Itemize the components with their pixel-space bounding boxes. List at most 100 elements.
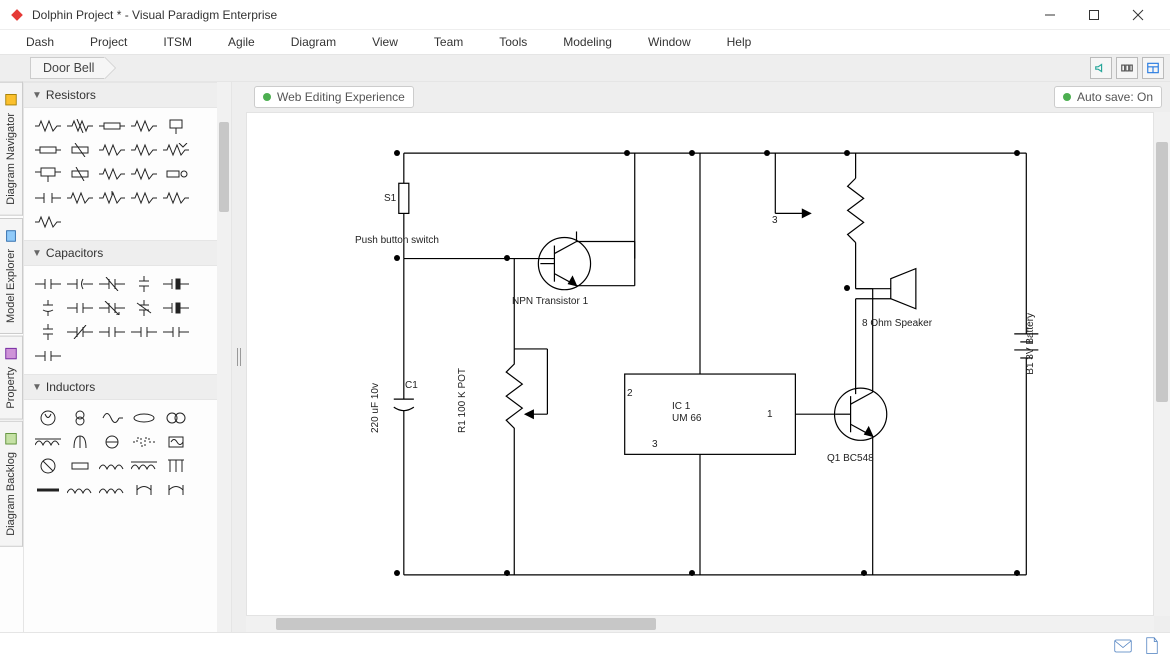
editing-status-chip[interactable]: Web Editing Experience: [254, 86, 414, 108]
palette-item[interactable]: [128, 296, 160, 320]
palette-item[interactable]: [160, 430, 192, 454]
palette-item[interactable]: [64, 272, 96, 296]
palette-item[interactable]: [32, 272, 64, 296]
palette-item[interactable]: [160, 478, 192, 502]
palette-section-capacitors[interactable]: ▼ Capacitors: [24, 240, 231, 266]
palette-item[interactable]: [32, 406, 64, 430]
palette-item[interactable]: [32, 430, 64, 454]
palette-item[interactable]: [96, 138, 128, 162]
palette-item[interactable]: [32, 210, 64, 234]
palette-item[interactable]: [96, 320, 128, 344]
minimize-button[interactable]: [1028, 0, 1072, 30]
circuit-node: [689, 150, 695, 156]
canvas-vertical-scrollbar[interactable]: [1154, 112, 1170, 616]
menu-itsm[interactable]: ITSM: [145, 31, 210, 53]
palette-item[interactable]: [160, 114, 192, 138]
menu-window[interactable]: Window: [630, 31, 709, 53]
palette-item[interactable]: [96, 478, 128, 502]
palette-item[interactable]: [160, 272, 192, 296]
menu-help[interactable]: Help: [709, 31, 770, 53]
palette-scrollbar[interactable]: [217, 82, 231, 632]
palette-item[interactable]: [32, 320, 64, 344]
palette-item[interactable]: [128, 114, 160, 138]
palette-item[interactable]: [128, 320, 160, 344]
palette-item[interactable]: [128, 138, 160, 162]
backlog-icon: [4, 432, 18, 446]
palette-item[interactable]: [128, 186, 160, 210]
side-tab-diagram-backlog[interactable]: Diagram Backlog: [0, 421, 23, 547]
palette-item[interactable]: [32, 296, 64, 320]
menu-modeling[interactable]: Modeling: [545, 31, 630, 53]
document-icon[interactable]: [1144, 637, 1160, 655]
label-npn: NPN Transistor 1: [512, 296, 588, 307]
side-tab-model-explorer[interactable]: Model Explorer: [0, 218, 23, 334]
palette-item[interactable]: [160, 296, 192, 320]
palette-item[interactable]: [160, 186, 192, 210]
announce-icon[interactable]: [1090, 57, 1112, 79]
mail-icon[interactable]: [1114, 639, 1132, 653]
menu-tools[interactable]: Tools: [481, 31, 545, 53]
palette-item[interactable]: [32, 186, 64, 210]
palette-item[interactable]: [128, 478, 160, 502]
palette-item[interactable]: [128, 454, 160, 478]
palette-item[interactable]: [64, 430, 96, 454]
palette-item[interactable]: [32, 114, 64, 138]
palette-item[interactable]: [64, 114, 96, 138]
vertical-splitter[interactable]: [232, 82, 246, 632]
palette-item[interactable]: [160, 454, 192, 478]
palette-item[interactable]: [160, 162, 192, 186]
palette-item[interactable]: [96, 430, 128, 454]
circuit-node: [1014, 150, 1020, 156]
palette-item[interactable]: [128, 272, 160, 296]
palette-item[interactable]: [32, 478, 64, 502]
palette-item[interactable]: [64, 478, 96, 502]
palette-item[interactable]: [128, 430, 160, 454]
palette-item[interactable]: [32, 454, 64, 478]
menu-view[interactable]: View: [354, 31, 416, 53]
palette-item[interactable]: [64, 162, 96, 186]
menu-team[interactable]: Team: [416, 31, 481, 53]
diagram-breadcrumb[interactable]: Door Bell: [30, 57, 105, 79]
palette-item[interactable]: [160, 138, 192, 162]
palette-item[interactable]: [128, 162, 160, 186]
palette-item[interactable]: [32, 344, 64, 368]
panes-icon[interactable]: [1142, 57, 1164, 79]
palette-item[interactable]: [64, 406, 96, 430]
palette-item[interactable]: [128, 406, 160, 430]
palette-item[interactable]: [160, 406, 192, 430]
palette-item[interactable]: [96, 186, 128, 210]
side-tab-property[interactable]: Property: [0, 336, 23, 420]
palette-item[interactable]: [96, 114, 128, 138]
menu-agile[interactable]: Agile: [210, 31, 273, 53]
palette-item[interactable]: [32, 138, 64, 162]
palette-item[interactable]: [96, 296, 128, 320]
palette-item[interactable]: [64, 454, 96, 478]
circuit-node: [1014, 570, 1020, 576]
navigator-icon: [4, 93, 18, 107]
palette-item[interactable]: [32, 162, 64, 186]
palette-item[interactable]: [64, 138, 96, 162]
palette-section-inductors[interactable]: ▼ Inductors: [24, 374, 231, 400]
palette-item[interactable]: [160, 320, 192, 344]
autosave-status-chip[interactable]: Auto save: On: [1054, 86, 1162, 108]
close-button[interactable]: [1116, 0, 1160, 30]
palette-item[interactable]: [96, 406, 128, 430]
menu-dash[interactable]: Dash: [8, 31, 72, 53]
layout-icon[interactable]: [1116, 57, 1138, 79]
palette-item[interactable]: [64, 186, 96, 210]
menu-diagram[interactable]: Diagram: [273, 31, 354, 53]
label-c1: C1: [405, 380, 418, 391]
menu-project[interactable]: Project: [72, 31, 145, 53]
palette-item[interactable]: [64, 296, 96, 320]
side-tab-diagram-navigator[interactable]: Diagram Navigator: [0, 82, 23, 216]
maximize-button[interactable]: [1072, 0, 1116, 30]
diagram-canvas[interactable]: S1 Push button switch NPN Transistor 1 C…: [246, 112, 1154, 616]
palette-item[interactable]: [96, 272, 128, 296]
palette-item[interactable]: [64, 320, 96, 344]
label-c1-value: 220 uF 10v: [370, 383, 381, 433]
status-dot-icon: [1063, 93, 1071, 101]
palette-item[interactable]: [96, 454, 128, 478]
palette-item[interactable]: [96, 162, 128, 186]
palette-section-resistors[interactable]: ▼ Resistors: [24, 82, 231, 108]
canvas-horizontal-scrollbar[interactable]: [246, 616, 1154, 632]
